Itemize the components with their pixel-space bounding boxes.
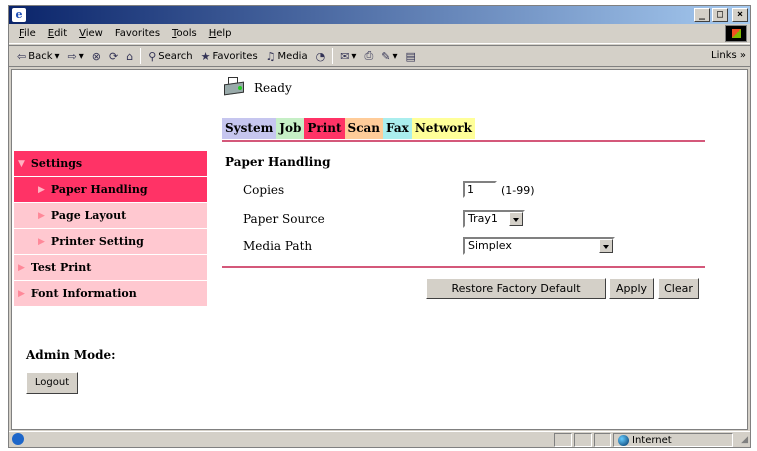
- sidebar-item-page-layout[interactable]: ▶ Page Layout: [14, 203, 207, 228]
- menu-bar: File Edit View Favorites Tools Help: [9, 24, 750, 44]
- status-cell: [554, 433, 572, 447]
- menu-tools[interactable]: Tools: [166, 28, 203, 39]
- tab-system[interactable]: System: [222, 118, 277, 139]
- windows-logo-icon: [725, 25, 747, 42]
- menu-file[interactable]: File: [13, 28, 42, 39]
- print-button[interactable]: ⎙: [360, 49, 377, 63]
- sidebar-item-paper-handling[interactable]: ▶ Paper Handling: [14, 177, 207, 202]
- minimize-button[interactable]: _: [694, 8, 710, 22]
- logout-button[interactable]: Logout: [26, 372, 78, 394]
- resize-grip-icon[interactable]: ◢: [741, 435, 748, 445]
- page-icon: [12, 433, 24, 445]
- media-icon: ♫: [265, 49, 276, 63]
- apply-button[interactable]: Apply: [609, 278, 654, 299]
- status-cell: [574, 433, 592, 447]
- copies-input[interactable]: 1: [463, 181, 497, 198]
- sidebar: ▼ Settings ▶ Paper Handling ▶ Page Layou…: [14, 151, 207, 307]
- status-bar: Internet ◢: [9, 431, 750, 447]
- media-path-label: Media Path: [243, 239, 313, 253]
- search-button[interactable]: ⚲ Search: [144, 50, 196, 63]
- dropdown-arrow-icon[interactable]: [509, 212, 523, 226]
- sidebar-item-font-information[interactable]: ▶ Font Information: [14, 281, 207, 306]
- mail-icon: ✉: [340, 49, 350, 63]
- tab-bar: System Job Print Scan Fax Network: [222, 118, 475, 139]
- refresh-icon: ⟳: [109, 49, 119, 63]
- tab-network[interactable]: Network: [411, 118, 475, 139]
- tab-print[interactable]: Print: [304, 118, 345, 139]
- discuss-button[interactable]: ▤: [402, 50, 420, 63]
- status-text: Ready: [254, 81, 292, 95]
- triangle-right-icon: ▶: [38, 236, 45, 247]
- copies-label: Copies: [243, 183, 285, 197]
- tab-scan[interactable]: Scan: [344, 118, 384, 139]
- copies-range: (1-99): [501, 184, 535, 197]
- tab-job[interactable]: Job: [276, 118, 305, 139]
- admin-mode-label: Admin Mode:: [26, 348, 116, 362]
- toolbar-separator: [140, 48, 142, 64]
- home-icon: ⌂: [126, 49, 134, 63]
- search-icon: ⚲: [148, 49, 157, 63]
- back-button[interactable]: ⇦ Back ▾: [13, 50, 64, 63]
- close-button[interactable]: ×: [732, 8, 748, 22]
- dropdown-arrow-icon: ▾: [54, 50, 60, 62]
- favorites-icon: ★: [200, 49, 211, 63]
- clear-button[interactable]: Clear: [658, 278, 699, 299]
- toolbar-separator: [332, 48, 334, 64]
- links-button[interactable]: Links »: [711, 50, 746, 61]
- maximize-button[interactable]: □: [712, 8, 728, 22]
- menu-help[interactable]: Help: [203, 28, 238, 39]
- media-path-select[interactable]: Simplex: [463, 237, 615, 255]
- sidebar-item-settings[interactable]: ▼ Settings: [14, 151, 207, 176]
- refresh-button[interactable]: ⟳: [105, 50, 122, 63]
- triangle-down-icon: ▼: [18, 158, 25, 169]
- ie-icon: e: [12, 8, 26, 22]
- mail-button[interactable]: ✉ ▾: [336, 50, 360, 63]
- sidebar-item-test-print[interactable]: ▶ Test Print: [14, 255, 207, 280]
- back-arrow-icon: ⇦: [17, 49, 27, 63]
- edit-icon: ✎: [381, 49, 391, 63]
- browser-window: e _ □ × File Edit View Favorites Tools H…: [8, 5, 751, 448]
- section-title: Paper Handling: [225, 155, 331, 169]
- home-button[interactable]: ⌂: [122, 50, 137, 63]
- triangle-right-icon: ▶: [18, 288, 25, 299]
- title-bar[interactable]: e _ □ ×: [9, 6, 750, 24]
- history-button[interactable]: ◔: [312, 50, 330, 63]
- triangle-right-icon: ▶: [18, 262, 25, 273]
- stop-button[interactable]: ⊗: [88, 50, 105, 63]
- stop-icon: ⊗: [91, 49, 101, 63]
- restore-factory-default-button[interactable]: Restore Factory Default: [426, 278, 606, 299]
- menu-view[interactable]: View: [73, 28, 109, 39]
- forward-button[interactable]: ⇨ ▾: [64, 50, 88, 63]
- status-cell: [594, 433, 611, 447]
- forward-arrow-icon: ⇨: [67, 49, 77, 63]
- menu-favorites[interactable]: Favorites: [109, 28, 166, 39]
- paper-source-select[interactable]: Tray1: [463, 210, 525, 228]
- dropdown-arrow-icon[interactable]: [599, 239, 613, 253]
- favorites-button[interactable]: ★ Favorites: [197, 50, 262, 63]
- dropdown-arrow-icon: ▾: [392, 50, 398, 62]
- dropdown-arrow-icon: ▾: [351, 50, 357, 62]
- security-zone: Internet: [613, 433, 733, 447]
- triangle-right-icon: ▶: [38, 210, 45, 221]
- toolbar: ⇦ Back ▾ ⇨ ▾ ⊗ ⟳ ⌂ ⚲ Search ★ Favorites ♫ Medi…: [9, 45, 750, 67]
- discuss-icon: ▤: [405, 49, 416, 63]
- printer-icon: [222, 76, 246, 100]
- dropdown-arrow-icon: ▾: [78, 50, 84, 62]
- history-icon: ◔: [315, 49, 326, 63]
- edit-button[interactable]: ✎ ▾: [377, 50, 401, 63]
- print-icon: ⎙: [364, 49, 374, 62]
- page-viewport: Ready System Job Print Scan Fax Network …: [11, 69, 748, 430]
- menu-edit[interactable]: Edit: [42, 28, 73, 39]
- triangle-right-icon: ▶: [38, 184, 45, 195]
- paper-source-label: Paper Source: [243, 212, 325, 226]
- sidebar-item-printer-setting[interactable]: ▶ Printer Setting: [14, 229, 207, 254]
- printer-status: Ready: [222, 76, 292, 100]
- form-divider: [222, 266, 705, 268]
- media-button[interactable]: ♫ Media: [262, 50, 312, 63]
- tab-fax[interactable]: Fax: [383, 118, 412, 139]
- globe-icon: [618, 434, 629, 446]
- tab-divider: [222, 140, 705, 142]
